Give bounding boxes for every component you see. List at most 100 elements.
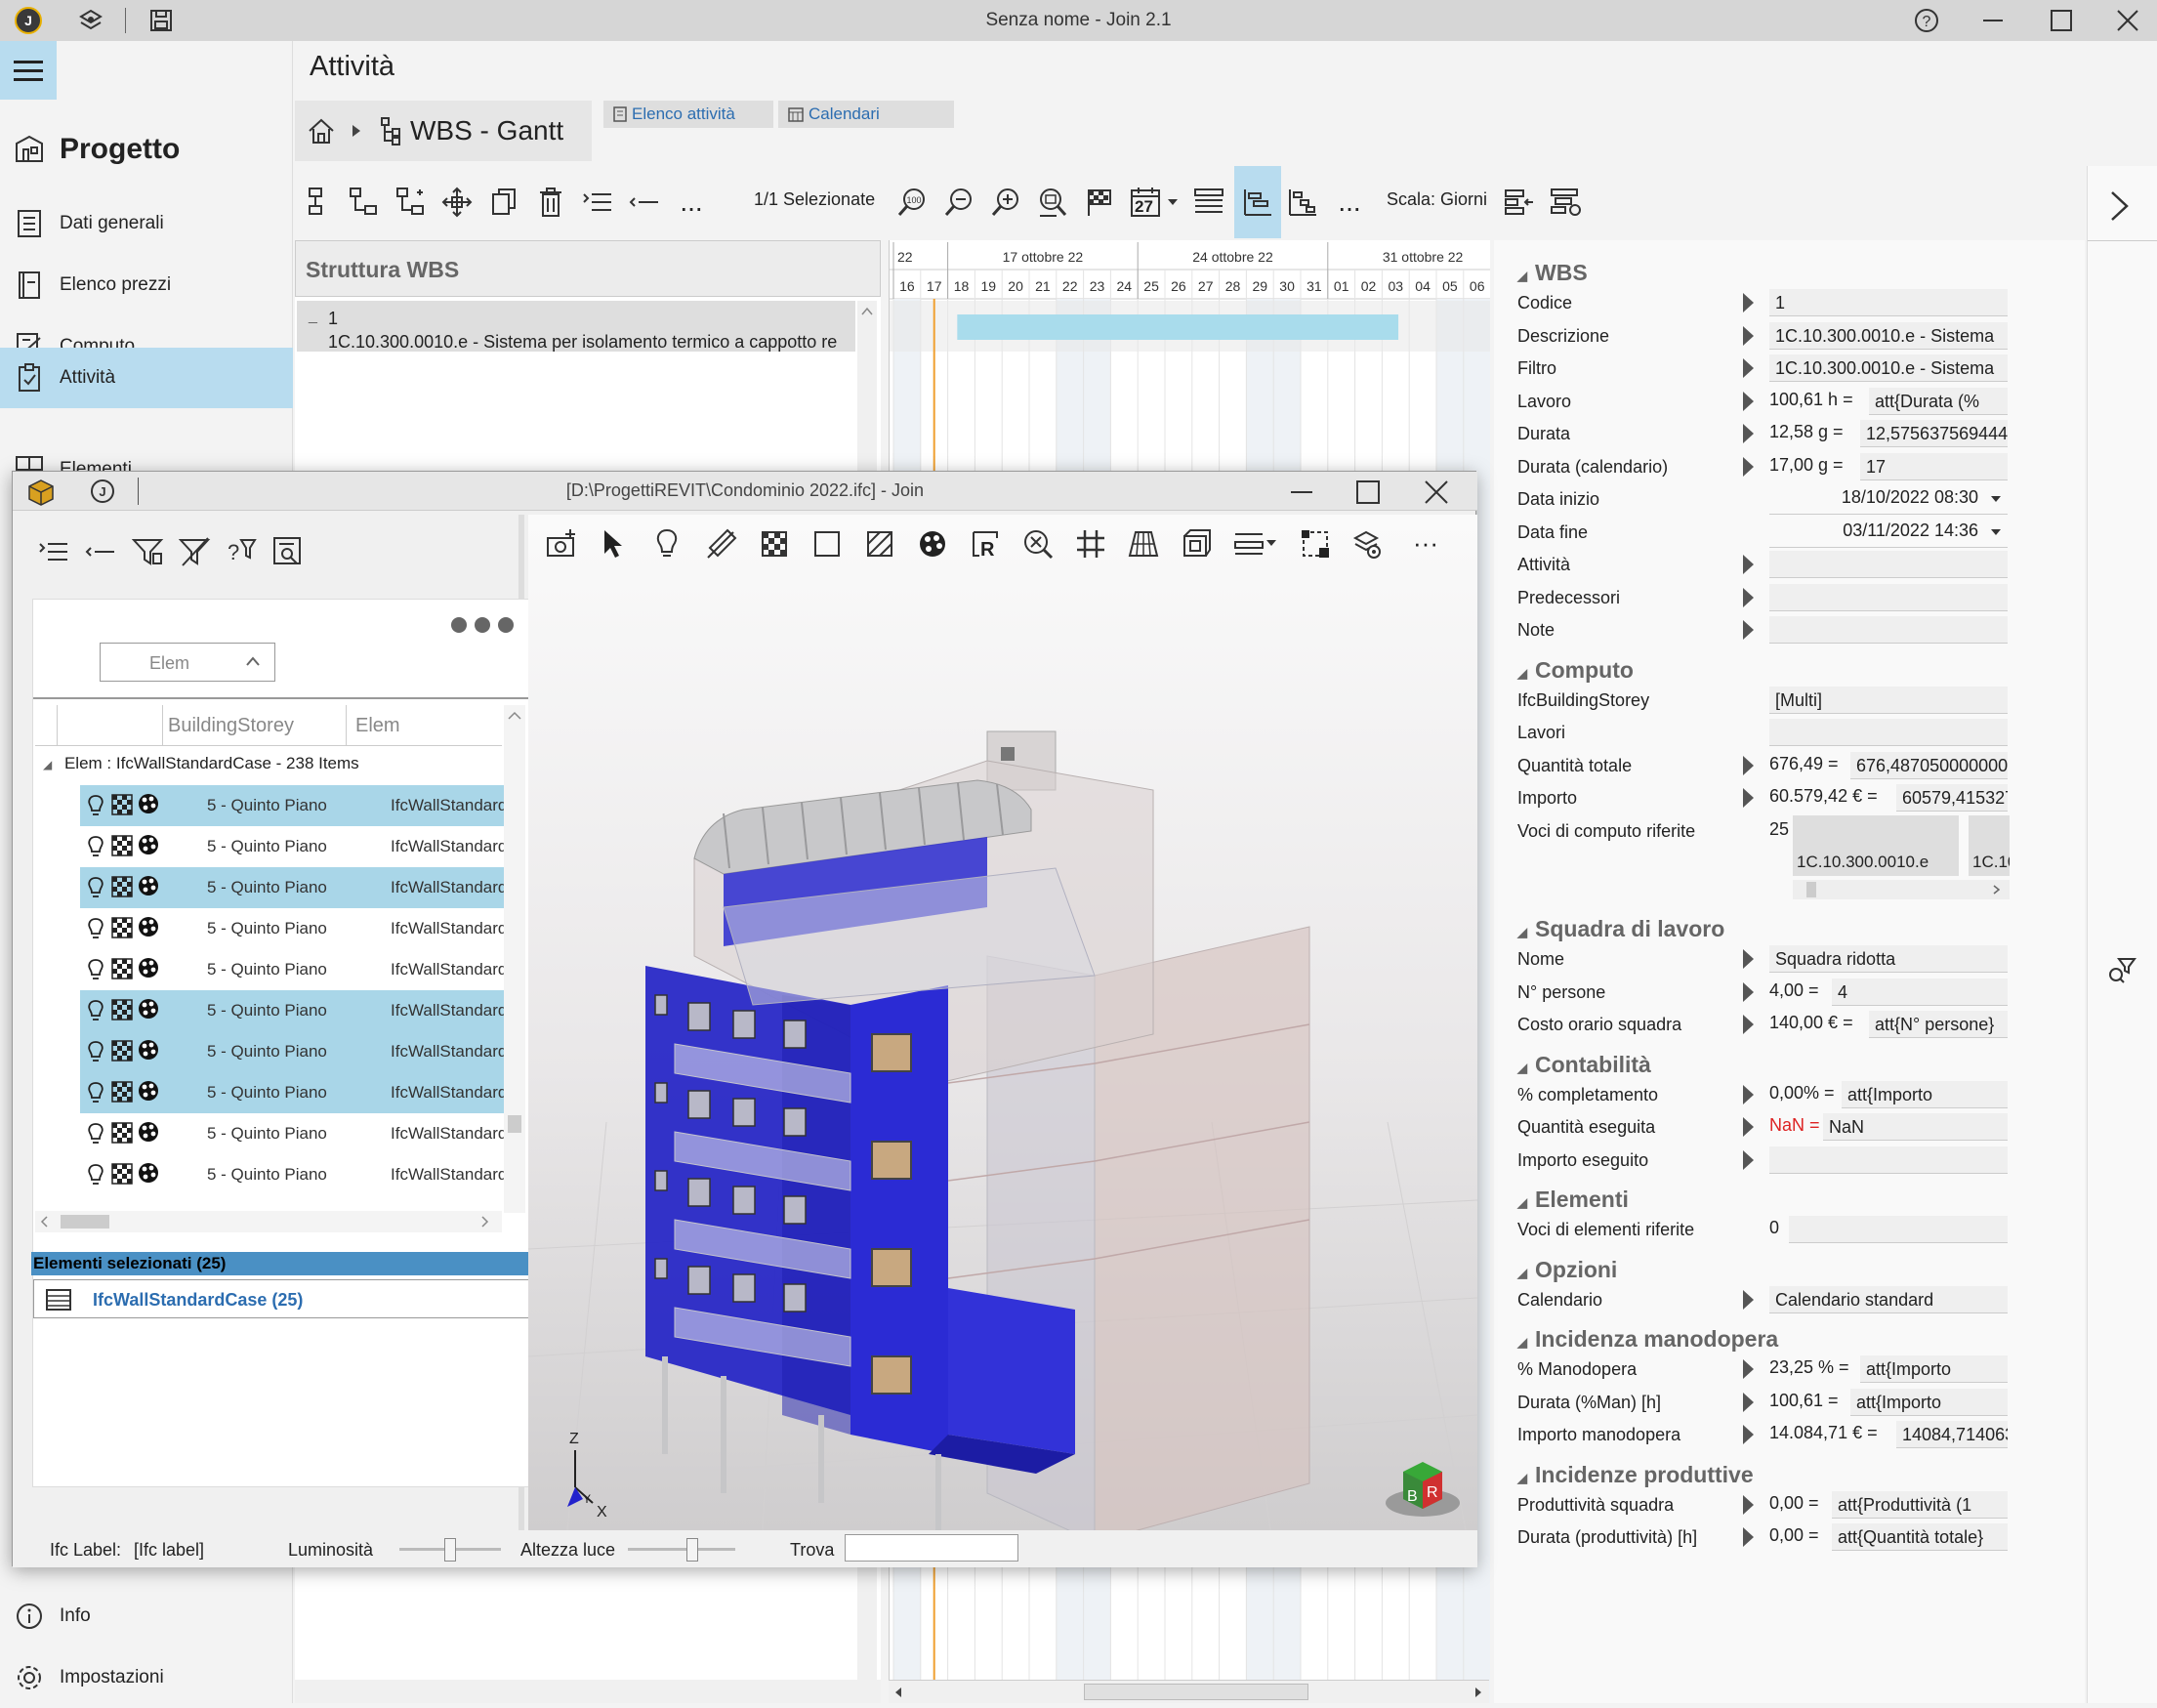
tree-scroll-thumb[interactable] — [508, 1115, 521, 1133]
critical-path-icon[interactable] — [1283, 166, 1322, 238]
prop-value[interactable]: 1 — [1769, 289, 2008, 316]
search-list-icon[interactable] — [272, 536, 306, 567]
hamburger-menu-icon[interactable] — [0, 41, 57, 100]
prop-value[interactable]: att{Importo — [1860, 1355, 2008, 1383]
section-collapse-icon[interactable]: ◢ — [1517, 1471, 1527, 1485]
material-checker-icon[interactable] — [111, 1122, 133, 1144]
expand-all-icon[interactable] — [38, 538, 71, 565]
prop-value[interactable]: [Multi] — [1769, 686, 2008, 714]
collapse-triangle-icon[interactable]: ◢ — [43, 758, 52, 771]
delete-icon[interactable] — [531, 166, 570, 238]
sidebar-item-impostazioni[interactable]: Impostazioni — [0, 1647, 293, 1708]
add-child-task-icon[interactable] — [344, 166, 383, 238]
move-icon[interactable] — [437, 166, 477, 238]
prop-value[interactable]: 14084,7140636 — [1896, 1421, 2008, 1448]
visibility-bulb-icon[interactable] — [86, 1163, 105, 1187]
expand-arrow-icon[interactable] — [1743, 1289, 1754, 1310]
gantt-hscrollbar[interactable] — [889, 1680, 1489, 1703]
color-palette-icon[interactable] — [137, 1038, 160, 1062]
ifc-maximize-icon[interactable] — [1354, 479, 1382, 506]
table-row[interactable]: 5 - Quinto Piano IfcWallStandardCase — [80, 908, 519, 949]
visibility-bulb-icon[interactable] — [86, 1081, 105, 1104]
material-checker-icon[interactable] — [111, 835, 133, 856]
light-height-slider[interactable] — [628, 1538, 735, 1562]
sidebar-item-info[interactable]: Info — [0, 1586, 293, 1646]
calendar-date-picker[interactable]: 27 — [1127, 166, 1182, 238]
color-palette-icon[interactable] — [137, 1079, 160, 1103]
prop-value[interactable]: Calendario standard — [1769, 1285, 2008, 1313]
sidebar-item-dati-generali[interactable]: Dati generali — [0, 193, 293, 254]
color-palette-icon[interactable] — [137, 792, 160, 815]
prop-value[interactable] — [1769, 1146, 2008, 1174]
visibility-bulb-icon[interactable] — [86, 999, 105, 1022]
color-palette-icon[interactable] — [137, 915, 160, 938]
material-checker-icon[interactable] — [111, 999, 133, 1021]
building-model[interactable]: Z X Y B R — [528, 575, 1477, 1530]
props-section-header[interactable]: ◢ Incidenze produttive — [1517, 1462, 1754, 1488]
revit-view-icon[interactable]: R — [970, 528, 1001, 560]
prop-value[interactable]: Squadra ridotta — [1769, 945, 2008, 973]
expand-arrow-icon[interactable] — [1743, 1359, 1754, 1379]
help-icon[interactable]: ? — [1912, 6, 1941, 35]
home-icon[interactable] — [307, 117, 336, 145]
prop-value[interactable]: 1C.10.300.0010.e - Sistema — [1769, 321, 2008, 350]
prop-value[interactable]: 17 — [1860, 452, 2008, 480]
brightness-slider-thumb[interactable] — [444, 1538, 456, 1562]
tree-vscrollbar[interactable] — [504, 705, 525, 1213]
section-box-icon[interactable] — [1181, 528, 1212, 560]
expand-arrow-icon[interactable] — [1743, 1084, 1754, 1104]
prop-value[interactable]: 12,5756375694444 — [1860, 420, 2008, 447]
sidebar-item-elenco-prezzi[interactable]: Elenco prezzi — [0, 255, 293, 315]
expand-arrow-icon[interactable] — [1743, 293, 1754, 312]
timeline-header-icon[interactable] — [1189, 166, 1228, 238]
visibility-bulb-icon[interactable] — [86, 794, 105, 817]
more-options-icon[interactable] — [449, 615, 518, 635]
material-checker-icon[interactable] — [111, 917, 133, 938]
expand-arrow-icon[interactable] — [1743, 949, 1754, 969]
remove-filter-icon[interactable] — [179, 536, 212, 567]
table-row[interactable]: 5 - Quinto Piano IfcWallStandardCase — [80, 1031, 519, 1072]
collapse-toggle-icon[interactable]: _ — [309, 305, 317, 328]
grid-hash-icon[interactable] — [1075, 528, 1106, 560]
props-section-header[interactable]: ◢ Opzioni — [1517, 1257, 1617, 1283]
zoom-extents-icon[interactable] — [1022, 528, 1054, 560]
ref-hscrollbar[interactable] — [1793, 879, 2010, 899]
expand-arrow-icon[interactable] — [1743, 325, 1754, 346]
table-row[interactable]: 5 - Quinto Piano IfcWallStandardCase — [80, 1072, 519, 1113]
props-section-header[interactable]: ◢ WBS — [1517, 260, 1588, 286]
material-checker-icon[interactable] — [111, 1040, 133, 1062]
color-palette-icon[interactable] — [137, 833, 160, 856]
material-checker-icon[interactable] — [111, 1081, 133, 1103]
query-filter-icon[interactable]: ? — [226, 536, 259, 567]
tab-elenco-attivita[interactable]: Elenco attività — [603, 101, 773, 128]
group-by-elem-button[interactable]: Elem — [100, 643, 275, 682]
table-row[interactable]: 5 - Quinto Piano IfcWallStandardCase — [80, 1113, 519, 1154]
collapse-all-icon[interactable] — [85, 538, 118, 565]
prop-value[interactable] — [1769, 583, 2008, 611]
props-section-header[interactable]: ◢ Contabilità — [1517, 1052, 1651, 1078]
filter-icon[interactable] — [132, 536, 165, 567]
ifc-minimize-icon[interactable] — [1288, 479, 1315, 506]
expand-arrow-icon[interactable] — [1743, 1494, 1754, 1515]
finish-flag-icon[interactable] — [1080, 166, 1119, 238]
tree-group-row[interactable]: ◢ Elem : IfcWallStandardCase - 238 Items — [43, 754, 359, 773]
more-gantt-tools-icon[interactable]: ... — [1330, 166, 1369, 238]
minimize-icon[interactable] — [1978, 6, 2008, 35]
expand-arrow-icon[interactable] — [1743, 981, 1754, 1002]
more-view-tools-icon[interactable]: ··· — [1413, 528, 1438, 559]
prop-value[interactable]: att{Importo — [1842, 1080, 2008, 1108]
prop-value[interactable]: 4 — [1832, 978, 2008, 1006]
expand-arrow-icon[interactable] — [1743, 456, 1754, 477]
section-collapse-icon[interactable]: ◢ — [1517, 269, 1527, 283]
visibility-bulb-icon[interactable] — [86, 835, 105, 858]
section-collapse-icon[interactable]: ◢ — [1517, 1335, 1527, 1350]
add-subtask-icon[interactable] — [391, 166, 430, 238]
brightness-slider[interactable] — [399, 1538, 501, 1562]
computo-ref-item[interactable]: 1C.10.300.0010.e — [1793, 814, 1959, 876]
expand-arrow-icon[interactable] — [1743, 424, 1754, 443]
light-height-slider-thumb[interactable] — [686, 1538, 698, 1562]
select-cursor-icon[interactable] — [601, 528, 630, 560]
expand-arrow-icon[interactable] — [1743, 1392, 1754, 1412]
align-left-icon[interactable] — [1500, 166, 1539, 238]
floor-grid-icon[interactable] — [1128, 528, 1159, 560]
